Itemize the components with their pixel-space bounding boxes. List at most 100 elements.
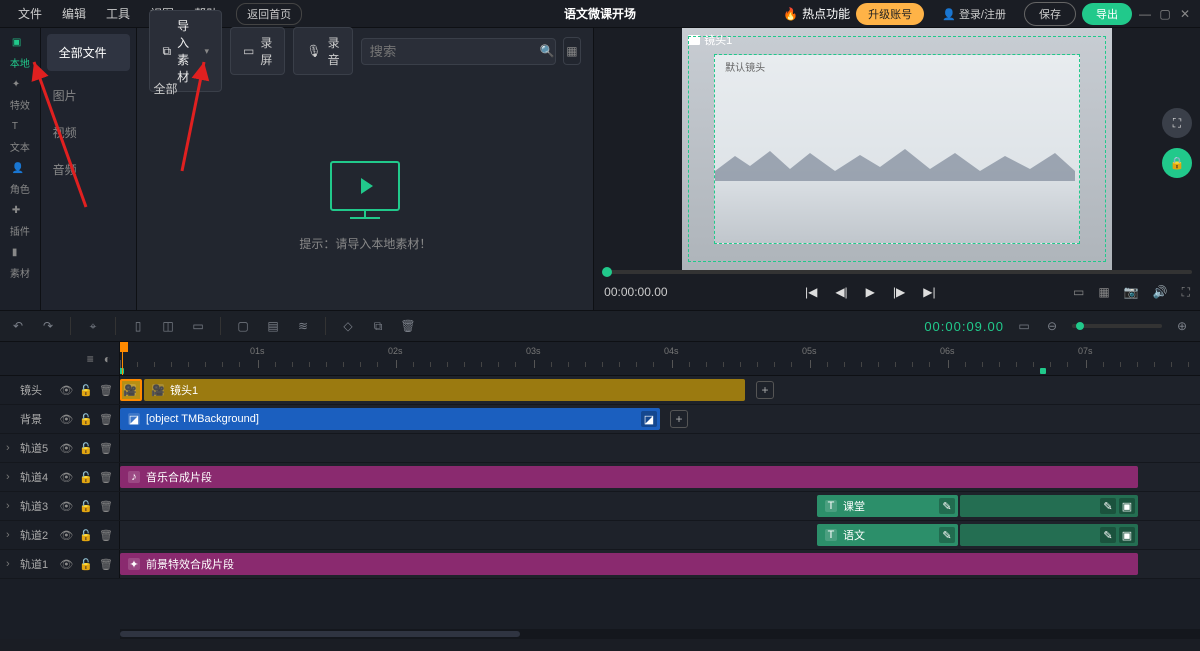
clip-shot1[interactable]: 🎥镜头1	[144, 379, 745, 401]
timeline-ruler[interactable]: 01s02s03s04s05s06s07s	[120, 342, 1200, 375]
nav-role[interactable]: 👤角色	[3, 162, 37, 196]
zoom-slider[interactable]	[1072, 324, 1162, 328]
clip-foreground-fx[interactable]: ✦前景特效合成片段	[120, 553, 1138, 575]
copy-tool[interactable]: ⧉	[370, 318, 386, 334]
menu-file[interactable]: 文件	[8, 5, 52, 22]
pointer-tool[interactable]: ⌖	[85, 318, 101, 334]
next-frame-button[interactable]: |▶	[893, 285, 905, 299]
login-button[interactable]: 👤 登录/注册	[930, 3, 1018, 25]
grid-overlay-icon[interactable]: ▦	[1098, 285, 1109, 300]
visibility-icon[interactable]: 👁	[59, 500, 73, 513]
tool-3[interactable]: ▭	[190, 318, 206, 334]
layers-tool[interactable]: ≋	[295, 318, 311, 334]
record-screen-button[interactable]: ▭录屏	[230, 27, 285, 75]
preview-scrubber[interactable]	[602, 270, 1192, 274]
play-button[interactable]: ▶	[866, 285, 875, 299]
lock-icon[interactable]: 🔓	[79, 558, 93, 571]
preview-canvas[interactable]: 镜头1 默认镜头	[682, 28, 1112, 270]
snapshot-icon[interactable]: 📷	[1124, 285, 1139, 300]
delete-tool[interactable]: 🗑	[400, 318, 416, 334]
clip-shot-selected[interactable]: 🎥	[120, 379, 142, 401]
menu-edit[interactable]: 编辑	[52, 5, 96, 22]
goto-end-button[interactable]: ▶|	[923, 285, 935, 299]
upgrade-button[interactable]: 升级账号	[856, 3, 924, 25]
export-button[interactable]: 导出	[1082, 3, 1132, 25]
chevron-right-icon[interactable]: ›	[6, 442, 14, 454]
search-icon[interactable]: 🔍	[540, 44, 555, 58]
lock-icon[interactable]: 🔓	[79, 500, 93, 513]
window-close-icon[interactable]: ✕	[1178, 7, 1192, 21]
playhead[interactable]	[122, 342, 123, 375]
tool-6[interactable]: ◇	[340, 318, 356, 334]
nav-local[interactable]: ▣本地	[3, 36, 37, 70]
tool-4[interactable]: ▢	[235, 318, 251, 334]
record-audio-button[interactable]: 🎙录音	[293, 27, 352, 75]
filecat-image[interactable]: 图片	[41, 77, 137, 114]
fit-screen-button[interactable]: ⛶	[1162, 108, 1192, 138]
clip-handle[interactable]: ✎	[939, 498, 955, 514]
delete-track-icon[interactable]: 🗑	[99, 442, 113, 455]
clip-handle[interactable]: ▣	[1119, 498, 1135, 514]
zoom-fit-button[interactable]: ▭	[1016, 318, 1032, 334]
clip-end-handle[interactable]: ◪	[641, 411, 657, 427]
add-shot-button[interactable]: +	[756, 381, 774, 399]
visibility-icon[interactable]: 👁	[59, 558, 73, 571]
nav-effects[interactable]: ✦特效	[3, 78, 37, 112]
asset-search-input[interactable]	[361, 38, 556, 65]
lock-view-button[interactable]: 🔒	[1162, 148, 1192, 178]
asset-filter-all[interactable]: 全部	[137, 74, 593, 103]
prev-frame-button[interactable]: ◀|	[835, 285, 847, 299]
lock-icon[interactable]: 🔓	[79, 413, 93, 426]
crop-tool[interactable]: ◫	[160, 318, 176, 334]
clip-handle[interactable]: ✎	[1100, 498, 1116, 514]
filecat-audio[interactable]: 音频	[41, 151, 137, 188]
delete-track-icon[interactable]: 🗑	[99, 413, 113, 426]
delete-track-icon[interactable]: 🗑	[99, 471, 113, 484]
clip-text-chinese[interactable]: T语文✎	[817, 524, 958, 546]
clip-background[interactable]: ◪[object TMBackground]◪	[120, 408, 660, 430]
lock-icon[interactable]: 🔓	[79, 442, 93, 455]
visibility-icon[interactable]: 👁	[59, 384, 73, 397]
volume-icon[interactable]: 🔊	[1153, 285, 1168, 300]
visibility-icon[interactable]: 👁	[59, 413, 73, 426]
timeline-settings-icon[interactable]: ◐	[104, 352, 111, 366]
chevron-right-icon[interactable]: ›	[6, 558, 14, 570]
menu-tool[interactable]: 工具	[96, 5, 140, 22]
lock-icon[interactable]: 🔓	[79, 529, 93, 542]
delete-track-icon[interactable]: 🗑	[99, 500, 113, 513]
clip-music[interactable]: ♪音乐合成片段	[120, 466, 1138, 488]
visibility-icon[interactable]: 👁	[59, 471, 73, 484]
nav-text[interactable]: T文本	[3, 120, 37, 154]
tool-5[interactable]: ▤	[265, 318, 281, 334]
timeline-menu-icon[interactable]: ≡	[87, 352, 94, 366]
grid-view-toggle[interactable]: ▦	[563, 37, 582, 65]
timeline-h-scrollbar[interactable]	[120, 629, 1200, 639]
redo-button[interactable]: ↷	[40, 318, 56, 334]
window-maximize-icon[interactable]: ▢	[1158, 7, 1172, 21]
zoom-out-button[interactable]: ⊖	[1044, 318, 1060, 334]
nav-plugin[interactable]: ✚插件	[3, 204, 37, 238]
delete-track-icon[interactable]: 🗑	[99, 384, 113, 397]
goto-start-button[interactable]: |◀	[805, 285, 817, 299]
visibility-icon[interactable]: 👁	[59, 442, 73, 455]
undo-button[interactable]: ↶	[10, 318, 26, 334]
split-tool[interactable]: ▯	[130, 318, 146, 334]
add-bg-button[interactable]: +	[670, 410, 688, 428]
clip-handle[interactable]: ✎	[939, 527, 955, 543]
fullscreen-icon[interactable]: ⛶	[1182, 285, 1190, 300]
chevron-right-icon[interactable]: ›	[6, 529, 14, 541]
filecat-video[interactable]: 视频	[41, 114, 137, 151]
save-button[interactable]: 保存	[1024, 2, 1076, 26]
lock-icon[interactable]: 🔓	[79, 384, 93, 397]
filecat-all[interactable]: 全部文件	[47, 34, 131, 71]
lock-icon[interactable]: 🔓	[79, 471, 93, 484]
chevron-right-icon[interactable]: ›	[6, 471, 14, 483]
clip-text-trail3[interactable]: ✎▣	[960, 495, 1138, 517]
clip-text-trail2[interactable]: ✎▣	[960, 524, 1138, 546]
window-minimize-icon[interactable]: —	[1138, 7, 1152, 21]
visibility-icon[interactable]: 👁	[59, 529, 73, 542]
display-mode-icon[interactable]: ▭	[1073, 285, 1084, 300]
chevron-right-icon[interactable]: ›	[6, 500, 14, 512]
zoom-in-button[interactable]: ⊕	[1174, 318, 1190, 334]
clip-text-classroom[interactable]: T课堂✎	[817, 495, 958, 517]
